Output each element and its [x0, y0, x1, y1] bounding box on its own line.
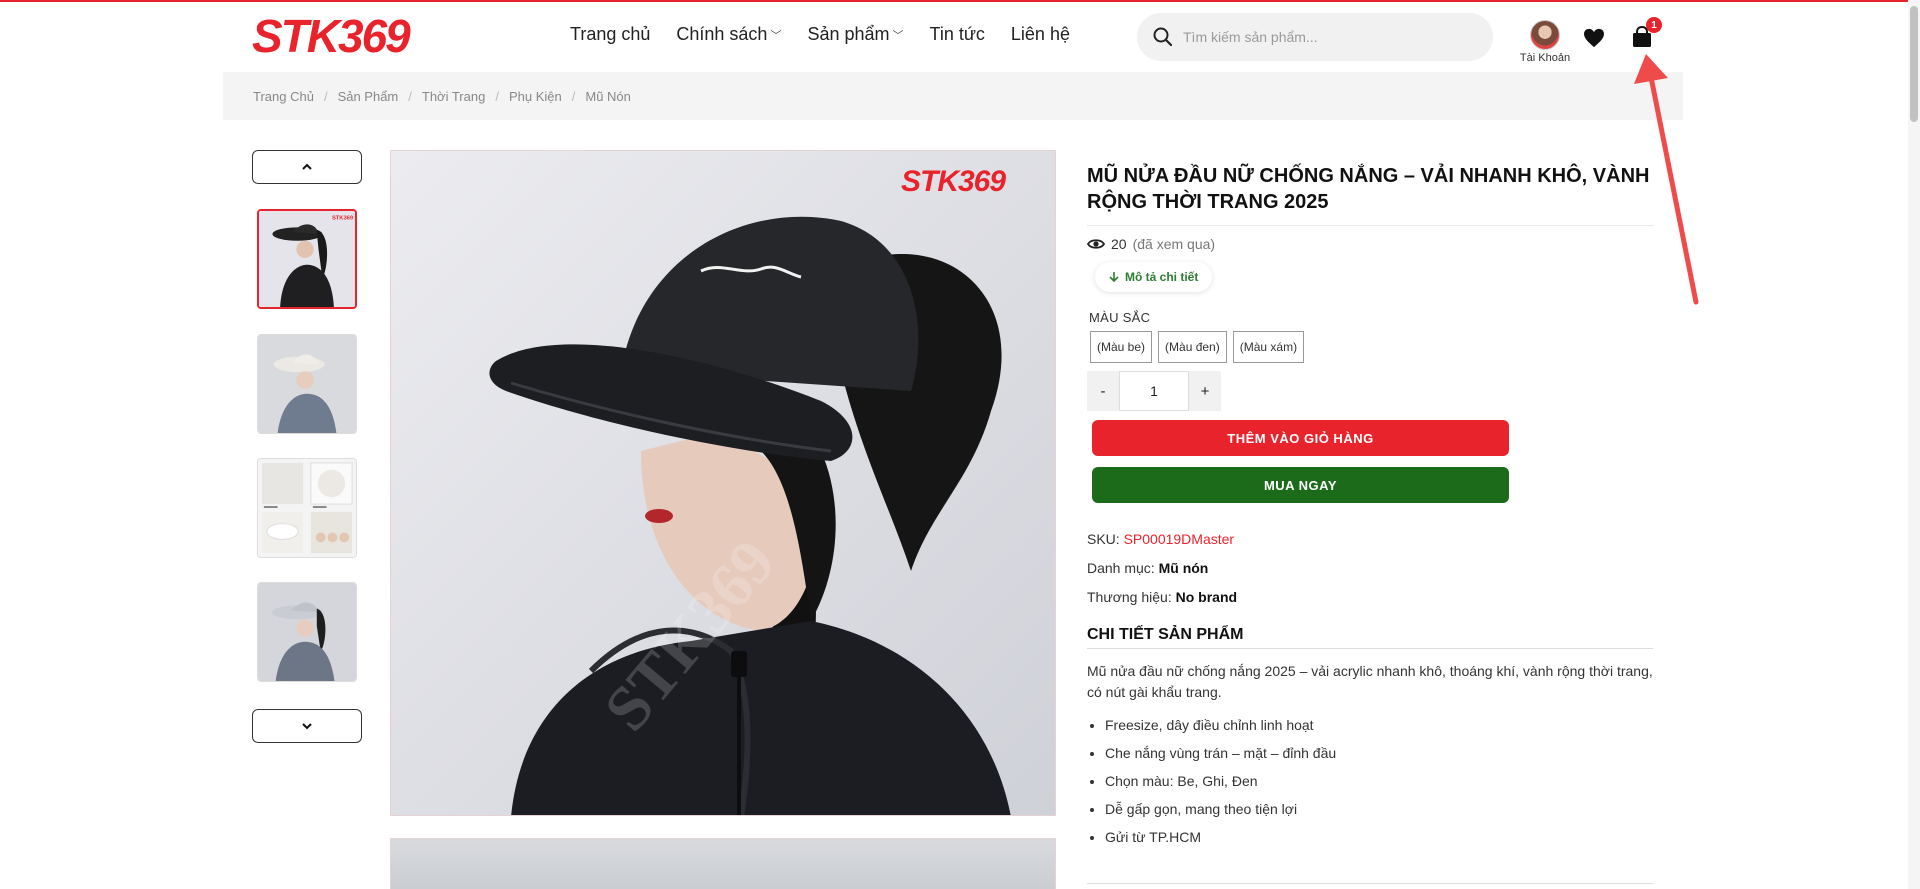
product-thumbnail-image — [258, 459, 356, 557]
nav-item-contact[interactable]: Liên hệ — [1011, 24, 1070, 45]
detail-description: Mũ nửa đầu nữ chống nắng 2025 – vải acry… — [1087, 663, 1653, 700]
main-nav: Trang chủ Chính sách ﹀ Sản phẩm ﹀ Tin tức … — [570, 24, 1070, 45]
view-count: 20 (đã xem qua) — [1087, 236, 1653, 252]
arrow-down-icon — [1109, 272, 1119, 283]
account-label: Tài Khoản — [1519, 52, 1571, 64]
product-thumbnail-image: STK369 — [259, 211, 355, 307]
avatar — [1530, 20, 1560, 50]
nav-label: Tin tức — [929, 24, 985, 44]
list-item: Che nắng vùng trán – mặt – đỉnh đầu — [1105, 739, 1653, 767]
gallery-next-button[interactable] — [252, 709, 362, 743]
heart-icon[interactable] — [1583, 28, 1605, 48]
main-product-image[interactable]: STK369 STK369 — [390, 150, 1056, 816]
quantity-increase-button[interactable]: + — [1189, 371, 1221, 411]
gallery-prev-button[interactable] — [252, 150, 362, 184]
nav-item-news[interactable]: Tin tức — [930, 24, 985, 45]
gallery-thumbnail[interactable] — [257, 582, 357, 682]
breadcrumb-item[interactable]: Sản Phẩm — [338, 89, 399, 104]
breadcrumb: Trang Chủ / Sản Phẩm / Thời Trang / Phụ Kiệ… — [223, 72, 1683, 120]
chevron-down-icon: ﹀ — [770, 29, 782, 42]
search-box — [1137, 13, 1493, 61]
nav-item-policy[interactable]: Chính sách ﹀ — [676, 24, 781, 45]
breadcrumb-item[interactable]: Phụ Kiện — [509, 89, 562, 104]
chevron-down-icon — [302, 723, 312, 730]
nav-item-products[interactable]: Sản phẩm ﹀ — [807, 24, 903, 45]
svg-text:STK369: STK369 — [901, 165, 1006, 198]
cart-count-badge: 1 — [1646, 17, 1662, 33]
breadcrumb-item-current: Mũ Nón — [585, 88, 631, 104]
scrollbar-thumb[interactable] — [1910, 6, 1918, 122]
account-menu[interactable]: Tài Khoản — [1515, 20, 1575, 64]
site-logo[interactable]: STK369 — [252, 10, 422, 60]
list-item: Freesize, dây điều chỉnh linh hoạt — [1105, 711, 1653, 739]
category-link[interactable]: Mũ nón — [1159, 560, 1209, 576]
color-options: (Màu be) (Màu đen) (Màu xám) — [1090, 331, 1653, 363]
nav-label: Trang chủ — [570, 24, 651, 44]
page-scrollbar[interactable] — [1908, 0, 1920, 889]
quantity-decrease-button[interactable]: - — [1087, 371, 1119, 411]
gallery-thumbnail[interactable] — [257, 458, 357, 558]
list-item: Gửi từ TP.HCM — [1105, 823, 1653, 851]
quantity-stepper: - 1 + — [1087, 371, 1653, 411]
breadcrumb-item[interactable]: Thời Trang — [422, 89, 485, 104]
color-option-black[interactable]: (Màu đen) — [1158, 331, 1227, 363]
divider — [1087, 883, 1653, 884]
brand-label: Thương hiệu: — [1087, 589, 1172, 605]
secondary-product-image[interactable] — [390, 838, 1056, 889]
list-item: Chọn màu: Be, Ghi, Đen — [1105, 767, 1653, 795]
sku-label: SKU: — [1087, 531, 1120, 547]
description-jump-button[interactable]: Mô tả chi tiết — [1095, 262, 1213, 292]
view-count-number: 20 — [1111, 236, 1127, 252]
product-info: MŨ NỬA ĐẦU NỮ CHỐNG NẮNG – VẢI NHANH KHÔ… — [1087, 163, 1653, 851]
breadcrumb-separator: / — [408, 88, 412, 104]
breadcrumb-item[interactable]: Trang Chủ — [253, 89, 314, 104]
add-to-cart-button[interactable]: THÊM VÀO GIỎ HÀNG — [1092, 420, 1509, 456]
detail-heading: CHI TIẾT SẢN PHẨM — [1087, 626, 1653, 649]
color-option-gray[interactable]: (Màu xám) — [1232, 331, 1305, 363]
brand-link[interactable]: No brand — [1176, 589, 1237, 605]
product-thumbnail-image — [258, 583, 356, 681]
product-thumbnail-image — [258, 335, 356, 433]
view-count-label: (đã xem qua) — [1132, 236, 1216, 252]
list-item: Dễ gấp gọn, mang theo tiện lợi — [1105, 795, 1653, 823]
description-jump-label: Mô tả chi tiết — [1125, 270, 1199, 284]
product-title: MŨ NỬA ĐẦU NỮ CHỐNG NẮNG – VẢI NHANH KHÔ… — [1087, 163, 1653, 226]
quantity-input[interactable]: 1 — [1119, 371, 1189, 411]
nav-label: Sản phẩm — [807, 24, 890, 44]
eye-icon — [1087, 239, 1105, 249]
category-row: Danh mục: Mũ nón — [1087, 554, 1653, 583]
sku-value: SP00019DMaster — [1123, 531, 1235, 547]
chevron-down-icon: ﹀ — [892, 29, 904, 42]
svg-text:STK369: STK369 — [252, 10, 411, 60]
buy-now-button[interactable]: MUA NGAY — [1092, 467, 1509, 503]
breadcrumb-separator: / — [323, 88, 328, 104]
gallery-thumbnail[interactable]: STK369 — [257, 209, 357, 309]
color-option-beige[interactable]: (Màu be) — [1090, 331, 1153, 363]
chevron-up-icon — [302, 163, 312, 170]
breadcrumb-separator: / — [495, 88, 499, 104]
nav-label: Chính sách — [676, 24, 768, 44]
feature-list: Freesize, dây điều chỉnh linh hoạt Che n… — [1087, 711, 1653, 851]
page: STK369 Trang chủ Chính sách ﹀ Sản phẩm ﹀ T… — [0, 0, 1920, 889]
brand-row: Thương hiệu: No brand — [1087, 583, 1653, 612]
search-input[interactable] — [1183, 29, 1463, 45]
search-icon[interactable] — [1153, 27, 1173, 47]
product-photo: STK369 STK369 — [391, 151, 1055, 815]
nav-label: Liên hệ — [1010, 24, 1070, 44]
category-label: Danh mục: — [1087, 560, 1155, 576]
svg-text:STK369: STK369 — [332, 216, 353, 222]
gallery-thumbnail[interactable] — [257, 334, 357, 434]
sku-row: SKU: SP00019DMaster — [1087, 525, 1653, 554]
color-label: MÀU SẮC — [1089, 310, 1151, 325]
breadcrumb-separator: / — [571, 88, 576, 104]
nav-item-home[interactable]: Trang chủ — [570, 24, 650, 45]
annotation-arrow-icon — [1634, 54, 1699, 305]
product-meta: SKU: SP00019DMaster Danh mục: Mũ nón Thư… — [1087, 525, 1653, 612]
